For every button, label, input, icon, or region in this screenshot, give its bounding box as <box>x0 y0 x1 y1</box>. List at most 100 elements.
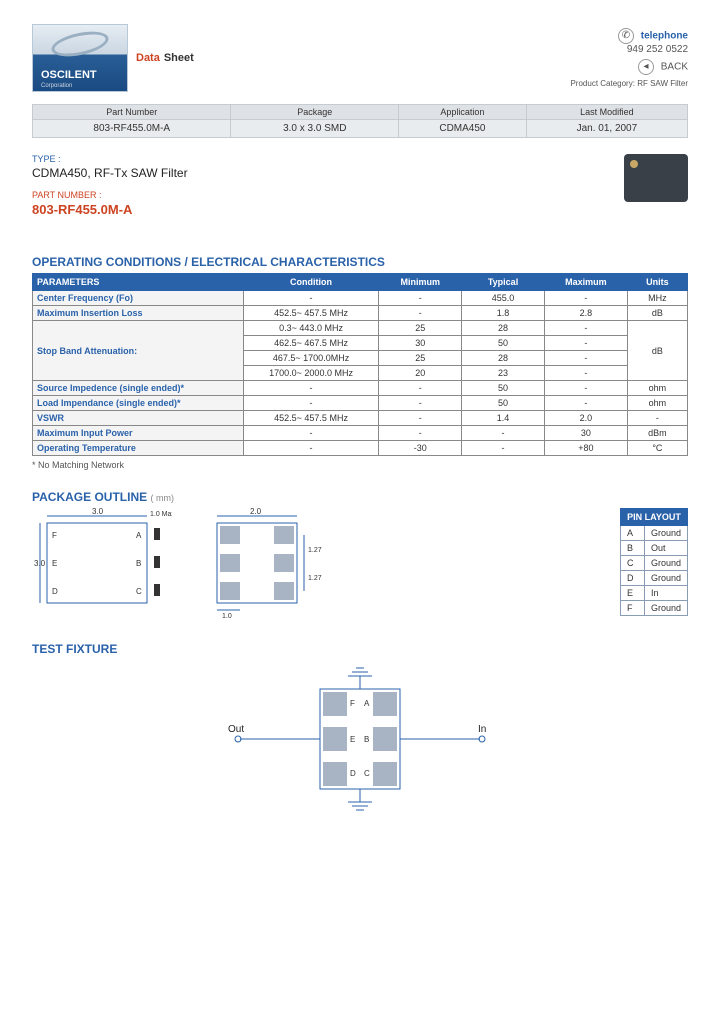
dim-edge: 1.0 <box>222 613 232 618</box>
package-outline-row: 3.0 3.0 1.0 Max F E D A B C <box>32 508 688 618</box>
spec-max: 2.8 <box>544 306 627 321</box>
telephone-number: 949 252 0522 <box>627 44 688 55</box>
info-value: Jan. 01, 2007 <box>526 120 687 138</box>
info-value: 3.0 x 3.0 SMD <box>231 120 399 138</box>
dim-w: 3.0 <box>92 508 104 516</box>
spec-max: - <box>544 321 627 336</box>
spec-units: dB <box>627 306 687 321</box>
col-header: Minimum <box>379 274 462 291</box>
pin-key: A <box>620 526 644 541</box>
back-link[interactable]: ◂ BACK <box>570 59 688 75</box>
back-label: BACK <box>661 62 688 73</box>
svg-text:F: F <box>350 699 355 708</box>
spec-max: - <box>544 336 627 351</box>
spec-param: Maximum Insertion Loss <box>33 306 244 321</box>
spec-cond: 452.5~ 457.5 MHz <box>243 306 379 321</box>
pin-key: E <box>620 586 644 601</box>
svg-text:B: B <box>136 559 141 568</box>
spec-cond: - <box>243 426 379 441</box>
spec-typ: 1.8 <box>462 306 545 321</box>
svg-text:F: F <box>52 531 57 540</box>
test-fixture-diagram: F A E B D C Out In <box>220 664 500 817</box>
info-header: Last Modified <box>526 105 687 120</box>
dim-t: 1.0 Max <box>150 511 172 518</box>
spec-typ: 50 <box>462 381 545 396</box>
product-category: Product Category: RF SAW Filter <box>570 79 688 88</box>
info-table: Part Number Package Application Last Mod… <box>32 104 688 138</box>
spec-param: VSWR <box>33 411 244 426</box>
telephone-row: ✆ telephone 949 252 0522 <box>570 28 688 55</box>
spec-max: - <box>544 366 627 381</box>
info-header: Application <box>399 105 527 120</box>
spec-table: PARAMETERS Condition Minimum Typical Max… <box>32 273 688 456</box>
product-photo <box>624 154 688 202</box>
svg-text:D: D <box>52 587 58 596</box>
footnote: * No Matching Network <box>32 460 688 470</box>
pin-key: B <box>620 541 644 556</box>
spec-row: VSWR 452.5~ 457.5 MHz - 1.4 2.0 - <box>33 411 688 426</box>
pin-layout: PIN LAYOUT AGround BOut CGround DGround … <box>620 508 688 616</box>
tf-out: Out <box>228 724 244 735</box>
spec-param: Stop Band Attenuation: <box>33 321 244 381</box>
spec-max: 2.0 <box>544 411 627 426</box>
spec-cond: - <box>243 291 379 306</box>
page-header: OSCILENT Corporation Data Sheet ✆ telepho… <box>32 24 688 92</box>
spec-typ: - <box>462 426 545 441</box>
col-header: PARAMETERS <box>33 274 244 291</box>
pin-key: F <box>620 601 644 616</box>
datasheet-label-dark: Sheet <box>164 52 194 64</box>
brand-name: OSCILENT <box>41 69 97 81</box>
dim-w2: 2.0 <box>250 508 262 516</box>
spec-typ: 50 <box>462 336 545 351</box>
telephone-label: telephone <box>641 31 688 42</box>
spec-row: Maximum Insertion Loss 452.5~ 457.5 MHz … <box>33 306 688 321</box>
brand-logo: OSCILENT Corporation <box>32 24 128 92</box>
spec-min: - <box>379 381 462 396</box>
dim-p2: 1.27 <box>308 575 322 582</box>
spec-param: Operating Temperature <box>33 441 244 456</box>
svg-text:C: C <box>136 587 142 596</box>
pin-val: Out <box>644 541 687 556</box>
datasheet-page: OSCILENT Corporation Data Sheet ✆ telepho… <box>0 0 720 1012</box>
svg-text:D: D <box>350 769 356 778</box>
oc-title: OPERATING CONDITIONS / ELECTRICAL CHARAC… <box>32 255 688 269</box>
spec-param: Load Impendance (single ended)* <box>33 396 244 411</box>
spec-max: - <box>544 396 627 411</box>
spec-cond: 462.5~ 467.5 MHz <box>243 336 379 351</box>
pin-table: PIN LAYOUT AGround BOut CGround DGround … <box>620 508 688 616</box>
pin-key: D <box>620 571 644 586</box>
spec-units: ohm <box>627 396 687 411</box>
pn-value: 803-RF455.0M-A <box>32 202 612 217</box>
datasheet-label-red: Data <box>136 52 160 64</box>
spec-min: -30 <box>379 441 462 456</box>
phone-icon: ✆ <box>618 28 634 44</box>
spec-min: - <box>379 411 462 426</box>
outline-drawing-bottom: 2.0 1.27 1.27 1.0 <box>192 508 332 618</box>
spec-row: Maximum Input Power - - - 30 dBm <box>33 426 688 441</box>
info-value: CDMA450 <box>399 120 527 138</box>
info-value: 803-RF455.0M-A <box>33 120 231 138</box>
pin-val: Ground <box>644 601 687 616</box>
svg-text:E: E <box>350 735 355 744</box>
spec-typ: 28 <box>462 351 545 366</box>
spec-min: 20 <box>379 366 462 381</box>
product-category-label: Product Category: <box>570 79 634 88</box>
datasheet-label: Data Sheet <box>136 52 194 64</box>
spec-max: - <box>544 351 627 366</box>
spec-row: Load Impendance (single ended)* - - 50 -… <box>33 396 688 411</box>
logo-ring-icon <box>49 27 110 61</box>
back-icon: ◂ <box>638 59 654 75</box>
spec-param: Source Impedence (single ended)* <box>33 381 244 396</box>
po-title-text: PACKAGE OUTLINE <box>32 490 147 504</box>
spec-max: +80 <box>544 441 627 456</box>
col-header: Units <box>627 274 687 291</box>
outline-drawing-top: 3.0 3.0 1.0 Max F E D A B C <box>32 508 172 618</box>
type-label: TYPE : <box>32 154 612 164</box>
spec-min: - <box>379 426 462 441</box>
spec-min: 25 <box>379 351 462 366</box>
spec-cond: - <box>243 381 379 396</box>
spec-units: MHz <box>627 291 687 306</box>
product-category-value: RF SAW Filter <box>637 79 688 88</box>
col-header: Condition <box>243 274 379 291</box>
spec-max: - <box>544 381 627 396</box>
